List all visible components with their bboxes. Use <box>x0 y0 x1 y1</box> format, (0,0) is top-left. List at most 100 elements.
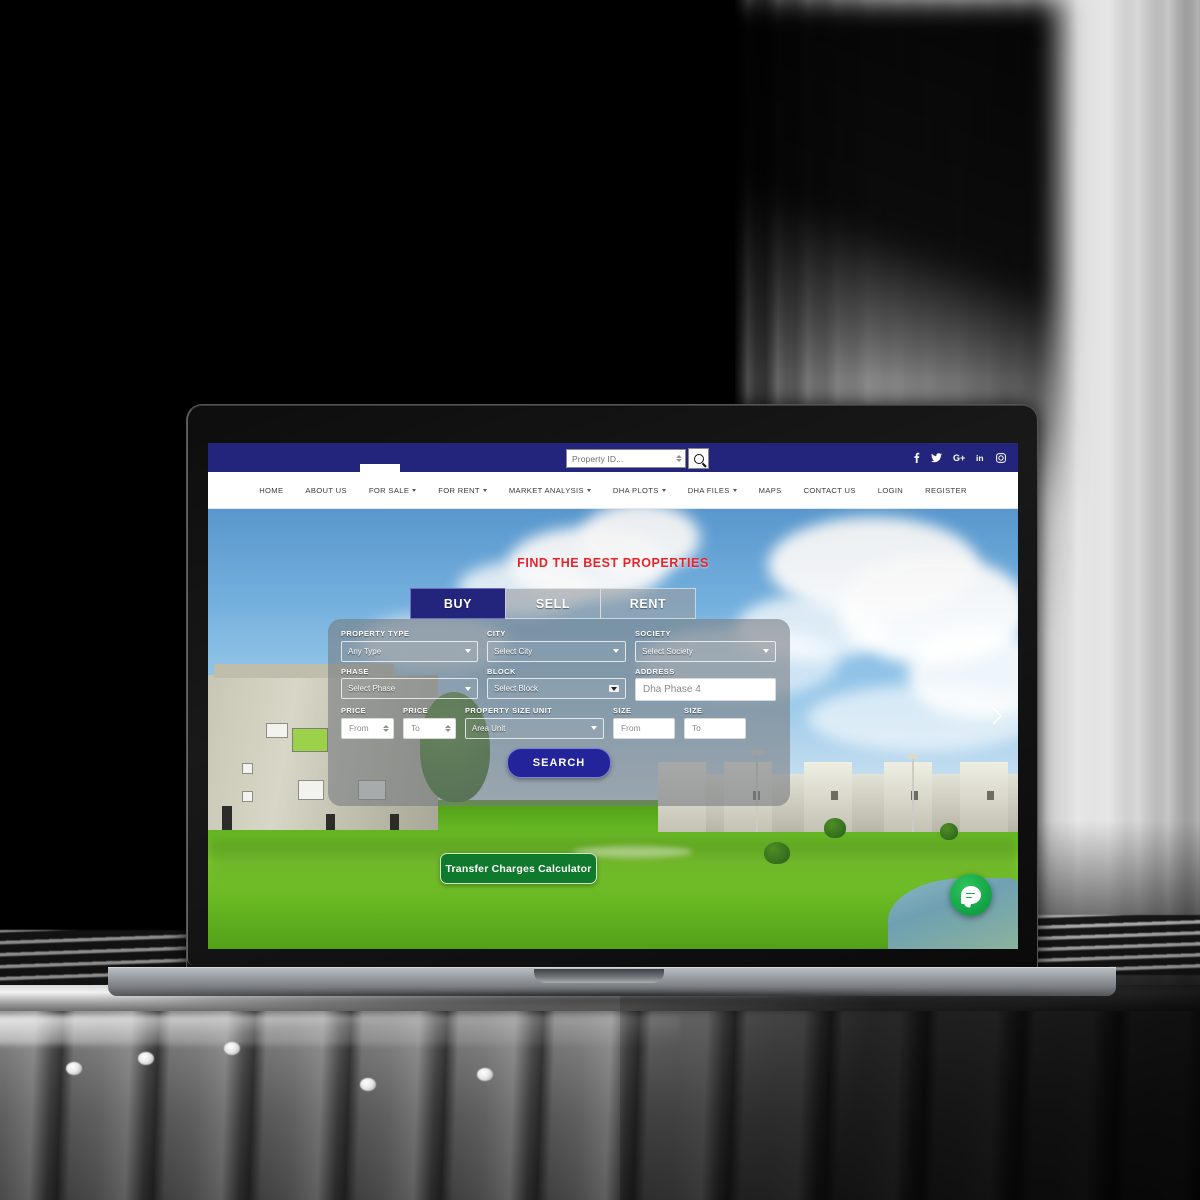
label-property-size-unit: PROPERTY SIZE UNIT <box>465 706 553 715</box>
select-city[interactable]: Select City <box>487 640 626 662</box>
chevron-down-icon <box>465 649 471 653</box>
nav-item-register[interactable]: REGISTER <box>914 486 978 495</box>
podium-stud <box>66 1062 82 1075</box>
nav-item-for-sale[interactable]: FOR SALE <box>358 486 427 495</box>
building-window <box>266 723 288 738</box>
nav-item-login[interactable]: LOGIN <box>867 486 914 495</box>
podium-shadow-right <box>620 985 1200 1200</box>
twitter-icon[interactable] <box>931 452 942 463</box>
tab-label: BUY <box>443 596 473 611</box>
nav-item-for-rent[interactable]: FOR RENT <box>427 486 498 495</box>
chevron-right-icon <box>991 707 1002 725</box>
label-phase: PHASE <box>341 666 369 676</box>
field-property-size-unit: PROPERTY SIZE UNIT Area Unit <box>465 706 604 739</box>
chat-widget-button[interactable] <box>950 874 992 916</box>
chevron-down-icon <box>482 488 487 492</box>
label-price-from: PRICE <box>341 706 367 715</box>
tab-buy[interactable]: BUY <box>410 588 506 619</box>
label-block: BLOCK <box>487 666 516 676</box>
background-shelf-right <box>1030 915 1200 975</box>
field-society: SOCIETY Select Society <box>635 629 776 662</box>
podium-stud <box>477 1068 493 1081</box>
row-house-unit <box>960 762 1008 832</box>
label-price-to: PRICE <box>403 706 429 715</box>
nav-item-maps[interactable]: MAPS <box>748 486 793 495</box>
podium-edge-highlight <box>0 1015 680 1045</box>
select-property-size-unit[interactable]: Area Unit <box>465 717 604 739</box>
select-value: Area Unit <box>472 723 506 733</box>
label-society: SOCIETY <box>635 629 671 638</box>
field-size-to: SIZE To <box>684 706 746 739</box>
input-price-from[interactable]: From <box>341 717 394 739</box>
nav-item-market-analysis[interactable]: MARKET ANALYSIS <box>498 486 602 495</box>
input-size-from[interactable]: From <box>613 717 675 739</box>
select-phase[interactable]: Select Phase <box>341 678 478 699</box>
google-plus-icon[interactable]: G+ <box>953 453 965 462</box>
nav-label: CONTACT US <box>803 485 856 495</box>
number-spinner[interactable] <box>676 455 682 462</box>
linkedin-icon[interactable]: in <box>976 453 985 462</box>
tab-label: SELL <box>535 596 571 611</box>
input-price-to[interactable]: To <box>403 717 456 739</box>
label-size-to: SIZE <box>684 706 703 715</box>
laptop-base-shadow <box>96 994 1126 1016</box>
listing-type-tabs: BUY SELL RENT <box>410 588 696 619</box>
hero-title: FIND THE BEST PROPERTIES <box>517 556 709 570</box>
nav-label: FOR RENT <box>438 485 480 495</box>
chevron-down-icon <box>465 686 471 691</box>
input-size-to[interactable]: To <box>684 717 746 739</box>
building-door <box>390 814 399 830</box>
select-block[interactable]: Select Block <box>487 678 626 699</box>
field-property-type: PROPERTY TYPE Any Type <box>341 629 478 662</box>
tree <box>940 823 958 840</box>
field-block: BLOCK Select Block <box>487 667 626 702</box>
field-city: CITY Select City <box>487 629 626 662</box>
select-property-type[interactable]: Any Type <box>341 640 478 662</box>
field-price-from: PRICE From <box>341 706 394 739</box>
podium-stud <box>224 1042 240 1055</box>
field-size-from: SIZE From <box>613 706 675 739</box>
tab-sell[interactable]: SELL <box>505 588 601 619</box>
property-id-input[interactable]: Property ID... <box>566 449 686 468</box>
nav-item-home[interactable]: HOME <box>248 486 294 495</box>
nav-item-contact-us[interactable]: CONTACT US <box>793 486 867 495</box>
select-value: Any Type <box>348 646 382 656</box>
street-lamp <box>908 754 918 832</box>
top-bar: Property ID... G+ in <box>208 443 1018 473</box>
row-house-unit <box>884 762 932 832</box>
nav-label: ABOUT US <box>305 485 347 495</box>
nav-label: MARKET ANALYSIS <box>508 485 584 495</box>
svg-text:in: in <box>976 453 984 462</box>
nav-item-dha-files[interactable]: DHA FILES <box>677 486 748 495</box>
dropdown-toggle[interactable] <box>609 685 619 692</box>
laptop-device: Property ID... G+ in HOME ABOUT US FOR S… <box>96 404 1126 1016</box>
select-value: Select Block <box>494 684 539 693</box>
select-society[interactable]: Select Society <box>635 640 776 662</box>
nav-item-dha-plots[interactable]: DHA PLOTS <box>602 486 677 495</box>
input-value: Dha Phase 4 <box>643 684 701 695</box>
chat-bubble-icon <box>961 886 981 904</box>
facebook-icon[interactable] <box>913 452 920 463</box>
logo-tab[interactable] <box>360 464 400 473</box>
svg-text:G+: G+ <box>953 453 965 462</box>
number-spinner[interactable] <box>445 724 451 732</box>
carousel-next-button[interactable] <box>986 705 1008 727</box>
nav-label: HOME <box>259 485 284 495</box>
nav-label: DHA PLOTS <box>612 485 659 495</box>
input-placeholder: To <box>692 723 701 733</box>
building-window-green <box>292 728 328 752</box>
property-search-button[interactable]: SEARCH <box>507 747 611 778</box>
building-door <box>326 814 335 830</box>
main-navigation: HOME ABOUT US FOR SALE FOR RENT MARKET A… <box>208 472 1018 509</box>
number-spinner[interactable] <box>383 724 389 732</box>
transfer-charges-calculator-button[interactable]: Transfer Charges Calculator <box>440 853 597 884</box>
input-address[interactable]: Dha Phase 4 <box>635 678 776 701</box>
tab-rent[interactable]: RENT <box>600 588 696 619</box>
property-id-search-group: Property ID... <box>566 448 709 469</box>
input-placeholder: From <box>621 723 641 733</box>
label-address: ADDRESS <box>635 666 675 676</box>
chevron-down-icon <box>412 488 417 492</box>
search-submit-button[interactable] <box>688 448 709 469</box>
nav-item-about-us[interactable]: ABOUT US <box>294 486 357 495</box>
instagram-icon[interactable] <box>996 452 1006 463</box>
